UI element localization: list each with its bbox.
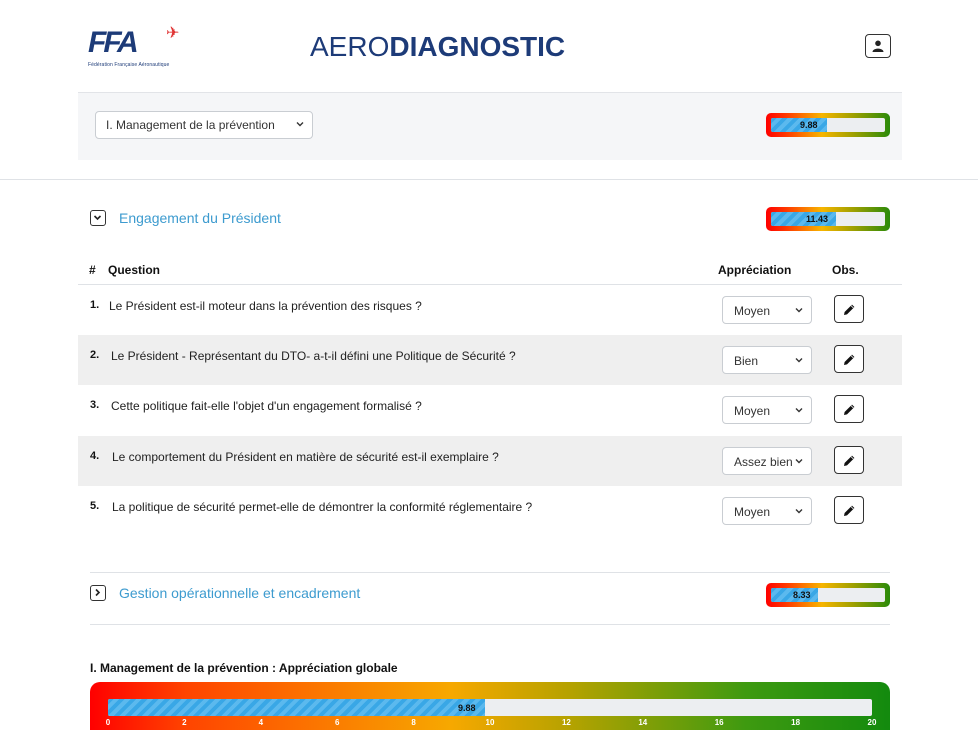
section-score-gauge: 9.88: [766, 113, 890, 137]
header-divider: [0, 179, 978, 180]
question-number: 2.: [90, 349, 100, 361]
chevron-down-icon: [795, 408, 803, 413]
table-row: 2. Le Président - Représentant du DTO- a…: [78, 335, 902, 385]
chevron-down-icon: [795, 308, 803, 313]
group-divider: [90, 572, 890, 573]
group-score-gauge-gestion: 8.33: [766, 583, 890, 607]
user-button[interactable]: [865, 34, 891, 58]
table-row: 5. La politique de sécurité permet-elle …: [78, 486, 902, 536]
pencil-icon: [844, 304, 855, 315]
appreciation-select[interactable]: Moyen: [722, 396, 812, 424]
table-row: 1. Le Président est-il moteur dans la pr…: [78, 285, 902, 335]
observation-button[interactable]: [834, 295, 864, 323]
question-number: 1.: [90, 299, 100, 311]
gauge-tick-label: 4: [258, 718, 264, 727]
gauge-tick-label: 10: [485, 718, 495, 727]
appreciation-value: Moyen: [734, 404, 771, 418]
group-title-gestion[interactable]: Gestion opérationnelle et encadrement: [119, 585, 360, 601]
user-icon: [872, 40, 884, 52]
chevron-down-icon: [795, 509, 803, 514]
column-header-obs: Obs.: [832, 263, 859, 277]
logo-subtitle: Fédération Française Aéronautique: [88, 62, 170, 68]
group-toggle-gestion[interactable]: [90, 585, 106, 601]
appreciation-select[interactable]: Moyen: [722, 497, 812, 525]
appreciation-value: Bien: [734, 354, 759, 368]
plane-icon: ✈: [166, 25, 180, 42]
pencil-icon: [844, 505, 855, 516]
appreciation-value: Moyen: [734, 304, 771, 318]
observation-button[interactable]: [834, 395, 864, 423]
question-number: 3.: [90, 399, 100, 411]
chevron-down-icon: [795, 459, 803, 464]
appreciation-select[interactable]: Assez bien: [722, 447, 812, 475]
observation-button[interactable]: [834, 496, 864, 524]
group-title-engagement[interactable]: Engagement du Président: [119, 210, 281, 226]
group-divider: [90, 624, 890, 625]
global-score-track: 9.88: [108, 699, 872, 716]
global-appreciation-label: I. Management de la prévention : Appréci…: [90, 661, 398, 675]
group-score-value-gestion: 8.33: [793, 590, 811, 600]
observation-button[interactable]: [834, 446, 864, 474]
column-header-appreciation: Appréciation: [718, 263, 792, 277]
app-title-bold: DIAGNOSTIC: [389, 31, 566, 62]
question-text: La politique de sécurité permet-elle de …: [112, 500, 533, 514]
observation-button[interactable]: [834, 345, 864, 373]
question-number: 4.: [90, 450, 100, 462]
chevron-down-icon: [93, 215, 102, 221]
question-text: Le Président est-il moteur dans la préve…: [109, 299, 422, 313]
ffa-logo: FFA ✈ Fédération Française Aéronautique: [88, 26, 184, 72]
gauge-tick-label: 20: [867, 718, 877, 727]
appreciation-select[interactable]: Moyen: [722, 296, 812, 324]
gauge-tick-label: 12: [561, 718, 571, 727]
chevron-down-icon: [296, 122, 304, 127]
logo-mark: FFA: [88, 26, 139, 59]
gauge-tick-label: 0: [105, 718, 111, 727]
gauge-tick-label: 14: [638, 718, 648, 727]
gauge-tick-label: 8: [411, 718, 416, 727]
chevron-right-icon: [95, 588, 101, 597]
question-text: Le Président - Représentant du DTO- a-t-…: [111, 349, 516, 363]
question-number: 5.: [90, 500, 100, 512]
column-header-num: #: [89, 263, 96, 277]
section-select-value: I. Management de la prévention: [106, 118, 275, 132]
section-select[interactable]: I. Management de la prévention: [95, 111, 313, 139]
app-title: AERODIAGNOSTIC: [310, 30, 565, 64]
section-score-value: 9.88: [800, 120, 818, 130]
appreciation-value: Assez bien: [734, 455, 793, 469]
pencil-icon: [844, 404, 855, 415]
global-score-gauge: 9.88 0 2 4 6 8 10 12 14 16 18 20: [90, 682, 890, 730]
gauge-tick-label: 18: [791, 718, 801, 727]
pencil-icon: [844, 455, 855, 466]
group-toggle-engagement[interactable]: [90, 210, 106, 226]
group-score-gauge-engagement: 11.43: [766, 207, 890, 231]
appreciation-value: Moyen: [734, 505, 771, 519]
global-score-value: 9.88: [458, 703, 476, 713]
gauge-tick-label: 6: [334, 718, 340, 727]
table-row: 3. Cette politique fait-elle l'objet d'u…: [78, 385, 902, 435]
chevron-down-icon: [795, 358, 803, 363]
table-row: 4. Le comportement du Président en matiè…: [78, 436, 902, 486]
gauge-tick-label: 16: [714, 718, 724, 727]
pencil-icon: [844, 354, 855, 365]
app-title-prefix: AERO: [310, 31, 390, 62]
global-score-fill: [108, 699, 486, 716]
gauge-tick-label: 2: [182, 718, 187, 727]
question-text: Cette politique fait-elle l'objet d'un e…: [111, 399, 422, 413]
question-text: Le comportement du Président en matière …: [112, 450, 499, 464]
appreciation-select[interactable]: Bien: [722, 346, 812, 374]
column-header-question: Question: [108, 263, 161, 277]
group-score-value-engagement: 11.43: [806, 214, 829, 224]
